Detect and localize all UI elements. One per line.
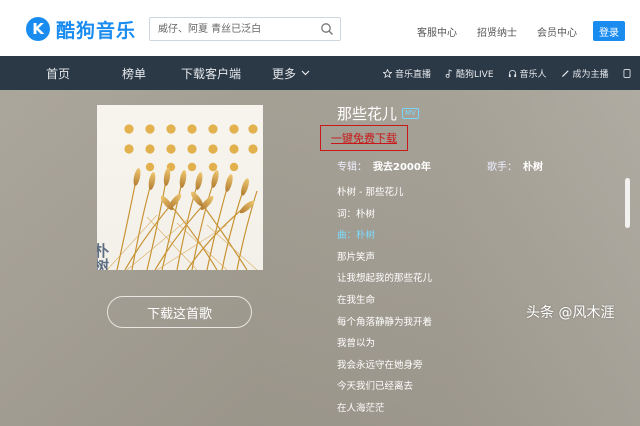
lyric-line: 今天我们已经离去 [337, 381, 414, 393]
nav-right-kugou-live-label: 酷狗LIVE [456, 69, 494, 80]
nav-right-live[interactable]: 音乐直播 [383, 67, 431, 80]
nav-item-download-client[interactable]: 下载客户端 [181, 65, 272, 82]
lyric-line: 每个角落静静为我开着 [337, 316, 433, 328]
singer-name[interactable]: 朴树 [523, 162, 543, 173]
search-input[interactable] [150, 18, 315, 40]
link-member-center[interactable]: 会员中心 [537, 24, 577, 39]
lyric-line: 词：朴树 [337, 208, 376, 220]
mv-badge[interactable]: MV [402, 108, 419, 119]
headphones-icon [508, 69, 516, 77]
lyrics-scrollbar[interactable] [625, 178, 630, 228]
lyric-line: 在我生命 [337, 294, 376, 306]
album-info: 专辑： 我去2000年 [337, 158, 431, 173]
song-title-row: 那些花儿 MV [337, 103, 419, 124]
star-icon [383, 68, 392, 78]
singer-label: 歌手： [487, 162, 517, 173]
lyric-line: 那片笑声 [337, 251, 376, 263]
link-customer-service[interactable]: 客服中心 [417, 24, 457, 39]
nav-right-live-label: 音乐直播 [395, 69, 432, 80]
lyric-line: 曲：朴树 [337, 230, 376, 242]
main-nav: 首页 榜单 下载客户端 更多 音乐直播 酷狗LIVE 音乐人 成为主播 [0, 56, 640, 90]
nav-item-more-label: 更多 [272, 66, 297, 81]
note-icon [445, 69, 453, 78]
top-links: 客服中心 招贤纳士 会员中心 [417, 24, 577, 39]
album-cover: 朴树 [97, 105, 263, 270]
nav-right-become-host[interactable]: 成为主播 [561, 67, 609, 80]
album-cover-art: 朴树 [97, 105, 263, 270]
nav-right-musician[interactable]: 音乐人 [508, 67, 547, 80]
nav-right-musician-label: 音乐人 [519, 69, 547, 80]
lyric-line: 在人海茫茫 [337, 402, 385, 414]
nav-item-home[interactable]: 首页 [46, 65, 122, 82]
lyric-line: 朴树 - 那些花儿 [337, 187, 404, 198]
song-title: 那些花儿 [337, 105, 398, 123]
song-content: 朴树 下载这首歌 那些花儿 MV 一键免费下载 专辑： 我去2000年 歌手： 朴树… [0, 90, 640, 426]
chevron-down-icon [301, 70, 310, 76]
nav-right-kugou-live[interactable]: 酷狗LIVE [445, 67, 494, 80]
logo-badge-icon: K [26, 17, 50, 41]
logo[interactable]: K 酷狗音乐 [26, 16, 136, 42]
top-header: K 酷狗音乐 客服中心 招贤纳士 会员中心 登录 [0, 0, 640, 56]
lyric-line: 让我想起我的那些花儿 [337, 273, 433, 285]
watermark: 头条 @风木涯 [526, 305, 615, 321]
search-icon[interactable] [320, 22, 334, 36]
album-name[interactable]: 我去2000年 [373, 162, 431, 173]
free-download-link[interactable]: 一键免费下载 [320, 125, 408, 151]
singer-info: 歌手： 朴树 [487, 158, 543, 173]
lyrics-list[interactable]: 朴树 - 那些花儿 词：朴树 曲：朴树 那片笑声 让我想起我的那些花儿 在我生命… [337, 182, 432, 420]
album-label: 专辑： [337, 162, 367, 173]
link-careers[interactable]: 招贤纳士 [477, 24, 517, 39]
nav-item-more[interactable]: 更多 [272, 65, 310, 82]
nav-item-charts[interactable]: 榜单 [122, 65, 181, 82]
lyric-line: 我曾以为 [337, 338, 376, 350]
nav-right-become-host-label: 成为主播 [572, 69, 609, 80]
album-cover-artist-text: 朴树 [97, 242, 110, 270]
device-icon[interactable] [623, 68, 631, 78]
login-button[interactable]: 登录 [593, 21, 625, 41]
search-box [149, 17, 341, 41]
logo-text: 酷狗音乐 [56, 19, 137, 42]
pen-icon [561, 69, 569, 77]
lyric-line: 我会永远守在她身旁 [337, 359, 423, 371]
download-song-button[interactable]: 下载这首歌 [107, 296, 252, 328]
